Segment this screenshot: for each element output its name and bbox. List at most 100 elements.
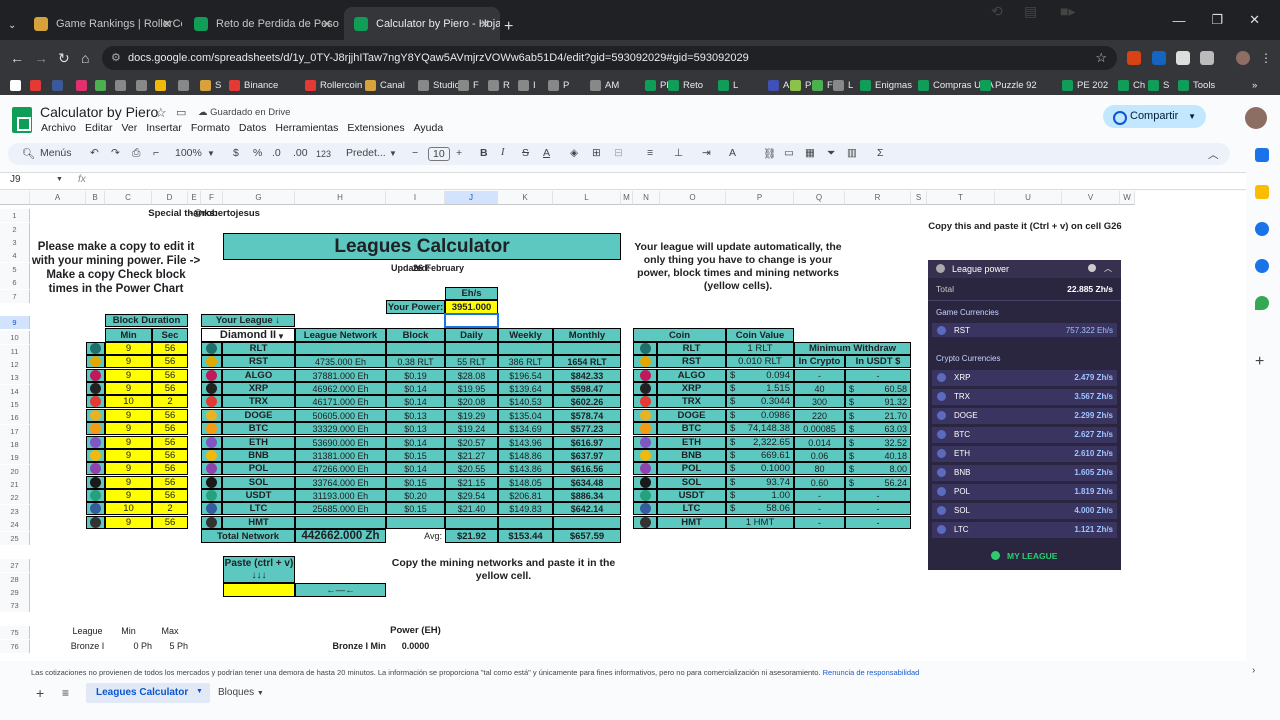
weekly-value[interactable]: $135.04 [498,409,553,422]
min-withdraw-usdt-cell[interactable]: $60.58 [845,382,911,395]
bookmark-star-icon[interactable]: ☆ [1095,46,1107,70]
paint-format-icon[interactable]: ⌐ [153,147,159,159]
sheet-tab-leagues[interactable]: Leagues Calculator ▼ [86,683,210,703]
daily-value[interactable]: $21.27 [445,449,498,462]
min-withdraw-usdt-cell[interactable]: - [845,369,911,382]
extensions-puzzle-icon[interactable] [1200,51,1214,65]
min-withdraw-crypto[interactable]: 0.60 [794,476,845,489]
coin-name[interactable]: ETH [222,436,295,449]
back-icon[interactable]: ← [10,50,24,66]
column-header[interactable]: E [188,191,201,205]
coin-header[interactable]: Coin [633,328,726,342]
column-header[interactable]: G [223,191,295,205]
select-all-corner[interactable] [0,191,30,205]
coin-name[interactable]: XRP [222,382,295,395]
league-network-value[interactable]: 37881.000 Eh [295,369,386,382]
menu-item-extensiones[interactable]: Extensiones [347,122,404,134]
bookmark-icon[interactable] [30,77,45,93]
coin-value-cell[interactable]: $0.0986 [726,409,794,422]
profile-avatar-icon[interactable] [1236,51,1250,65]
font-select[interactable]: Predet... [346,147,386,159]
filter-views-icon[interactable]: ▥ [847,147,857,159]
bookmark-item[interactable]: I [518,77,536,93]
tasks-icon[interactable] [1255,222,1269,236]
coin-value-cell[interactable]: $0.3044 [726,395,794,408]
column-header[interactable]: M [621,191,633,205]
block-min-input[interactable]: 9 [105,449,152,462]
row-header[interactable]: 4 [0,249,30,262]
bookmark-icon[interactable] [52,77,67,93]
share-dropdown-icon[interactable]: ▼ [1188,105,1196,128]
bookmark-item[interactable]: Tools [1178,77,1215,93]
column-header[interactable]: D [152,191,188,205]
min-header[interactable]: Min [105,328,152,342]
league-dropdown[interactable]: ▼ [276,331,286,341]
block-value[interactable]: $0.14 [386,382,445,395]
home-icon[interactable]: ⌂ [81,50,89,66]
column-header[interactable]: R [845,191,911,205]
menu-item-ver[interactable]: Ver [121,122,137,134]
site-info-icon[interactable]: ⚙ [111,46,121,70]
sheet-title[interactable]: Leagues Calculator [223,233,621,260]
coin-name[interactable]: TRX [657,395,726,408]
your-power-input[interactable]: 3951.000 [445,300,498,314]
text-wrap-icon[interactable]: ⇥ [702,147,711,159]
min-withdraw-crypto[interactable]: 0.014 [794,436,845,449]
monthly-value[interactable]: $598.47 [553,382,621,395]
history-icon[interactable]: ⟲ [991,3,1003,20]
avg-daily[interactable]: $21.92 [445,529,498,543]
block-value[interactable]: $0.13 [386,422,445,435]
avg-monthly[interactable]: $657.59 [553,529,621,543]
row-header[interactable]: 20 [0,465,30,478]
monthly-value[interactable]: $886.34 [553,489,621,502]
min-withdraw-usdt-cell[interactable]: - [845,516,911,529]
bookmark-item[interactable]: Binance [229,77,278,93]
sec-header[interactable]: Sec [152,328,188,342]
weekly-header[interactable]: Weekly [498,328,553,342]
insert-chart-icon[interactable]: ▦ [805,147,815,159]
name-box-dropdown-icon[interactable]: ▼ [56,176,63,183]
block-min-input[interactable]: 10 [105,502,152,515]
monthly-value[interactable]: $577.23 [553,422,621,435]
row-header[interactable]: 6 [0,276,30,289]
weekly-value[interactable]: $140.53 [498,395,553,408]
search-menus-input[interactable]: Menús [40,147,72,159]
row-header[interactable]: 1 [0,209,30,222]
print-icon[interactable]: ⎙ [132,147,140,160]
monthly-value[interactable]: $616.56 [553,462,621,475]
min-withdraw-crypto[interactable]: 0.06 [794,449,845,462]
menu-item-datos[interactable]: Datos [239,122,266,134]
menu-item-archivo[interactable]: Archivo [41,122,76,134]
coin-value-cell[interactable]: $2,322.65 [726,436,794,449]
league-network-value[interactable] [295,516,386,529]
league-network-value[interactable]: 31381.000 Eh [295,449,386,462]
monthly-header[interactable]: Monthly [553,328,621,342]
close-tab-icon[interactable]: ✕ [322,17,332,31]
r75-power[interactable]: Power (EH) [386,624,445,637]
bookmark-item[interactable]: L [833,77,853,93]
column-header[interactable]: C [105,191,152,205]
min-withdraw-crypto[interactable]: - [794,489,845,502]
monthly-value[interactable]: $634.48 [553,476,621,489]
min-withdraw-crypto[interactable]: - [794,502,845,515]
align-vertical-icon[interactable]: ⊥ [674,147,683,159]
r75-max[interactable]: Max [152,624,188,637]
coin-value-cell[interactable]: $669.61 [726,449,794,462]
column-header[interactable]: F [201,191,223,205]
min-withdraw-usdt-cell[interactable]: $21.70 [845,409,911,422]
coin-name[interactable]: ETH [657,436,726,449]
fill-color-icon[interactable]: ◈ [570,147,578,159]
user-avatar[interactable] [1245,107,1267,129]
weekly-value[interactable]: $196.54 [498,369,553,382]
min-withdraw-usdt-cell[interactable]: $8.00 [845,462,911,475]
align-horizontal-icon[interactable]: ≡ [647,147,653,159]
row-header[interactable]: 27 [0,559,30,572]
coin-name[interactable]: BNB [657,449,726,462]
row-header[interactable]: 75 [0,626,30,639]
min-withdraw-crypto[interactable]: 0.00085 [794,422,845,435]
decrease-decimal-button[interactable]: .0 [272,147,281,159]
block-sec-input[interactable]: 56 [152,342,188,355]
menu-item-formato[interactable]: Formato [191,122,230,134]
row-header[interactable]: 7 [0,290,30,303]
row-header[interactable]: 13 [0,371,30,384]
